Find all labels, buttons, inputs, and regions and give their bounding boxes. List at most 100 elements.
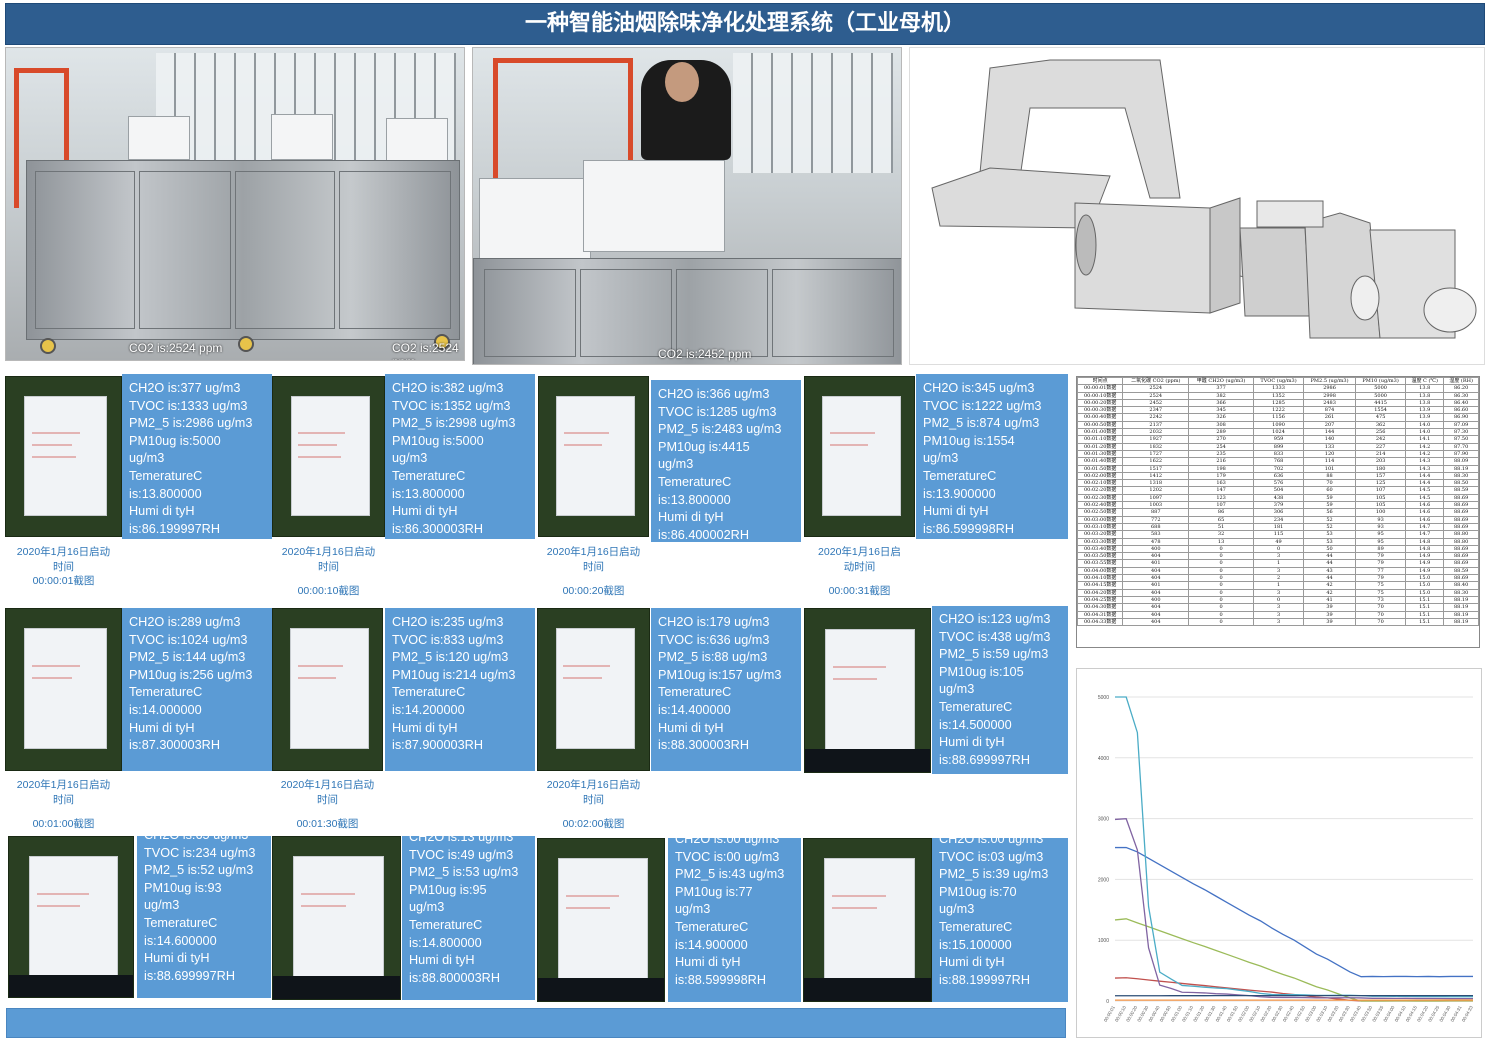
reading-line: CH2O is:235 ug/m3 [392,614,529,632]
reading-line: TVOC is:03 ug/m3 [939,849,1062,867]
table-cell: 234 [1254,516,1304,523]
table-cell: 147 [1189,487,1254,494]
reading-line: TVOC is:1352 ug/m3 [392,398,529,416]
reading-line: CH2O is:366 ug/m3 [658,386,795,404]
table-row: 00:03:40数据40000508914.888.69 [1078,545,1479,552]
table-cell: 1097 [1123,494,1189,501]
control-unit [386,118,448,164]
table-cell: 0 [1189,560,1254,567]
table-cell: 88.59 [1444,567,1479,574]
table-cell: 88.69 [1444,560,1479,567]
table-cell: 00:04:00数据 [1078,567,1123,574]
reading-line: TVOC is:1024 ug/m3 [129,632,266,650]
reading-line: PM2_5 is:874 ug/m3 [923,415,1062,433]
table-cell: 00:03:40数据 [1078,545,1123,552]
reading-line: PM2_5 is:52 ug/m3 [144,862,265,880]
reading-line: CH2O is:123 ug/m3 [939,611,1062,629]
reading-line: Humi di tyH [392,503,529,521]
table-cell: 14.7 [1406,531,1444,538]
table-cell: 216 [1189,458,1254,465]
table-cell: 14.7 [1406,523,1444,530]
table-cell: 13.8 [1406,399,1444,406]
table-cell: 88.69 [1444,545,1479,552]
table-cell: 88.19 [1444,465,1479,472]
table-cell: 86.90 [1444,414,1479,421]
reading-line: ug/m3 [409,899,529,917]
table-cell: 44 [1304,560,1356,567]
trend-chart-svg: 01000200030004000500000:00:0100:00:1000:… [1077,669,1483,1039]
table-cell: 874 [1304,407,1356,414]
sensor-screen-photo [272,836,401,1000]
reading-line: PM10ug is:4415 [658,439,795,457]
table-cell: 41 [1304,596,1356,603]
table-header-row: 时间点二氧化碳 CO2 (ppm)甲醛 CH2O (ug/m3)TVOC (ug… [1078,378,1479,385]
table-header-cell: 温度 C (℃) [1406,378,1444,385]
page-title: 一种智能油烟除味净化处理系统（工业母机） [5,3,1485,45]
table-cell: 833 [1254,450,1304,457]
table-row: 00:03:00数据77265234529314.688.69 [1078,516,1479,523]
reading-line: is:86.400002RH [658,527,795,542]
reading-line: CH2O is:382 ug/m3 [392,380,529,398]
table-cell: 86.40 [1444,399,1479,406]
table-row: 00:00:30数据23473451222874155413.986.60 [1078,407,1479,414]
table-cell: 00:01:30数据 [1078,450,1123,457]
table-cell: 39 [1304,611,1356,618]
table-cell: 163 [1189,480,1254,487]
table-cell: 404 [1123,553,1189,560]
reading-line: ug/m3 [939,681,1062,699]
table-cell: 95 [1356,538,1406,545]
table-cell: 2986 [1304,385,1356,392]
table-cell: 88.69 [1444,509,1479,516]
table-cell: 478 [1123,538,1189,545]
table-cell: 123 [1189,494,1254,501]
table-cell: 15.0 [1406,575,1444,582]
reading-line: ug/m3 [658,456,795,474]
table-cell: 14.9 [1406,560,1444,567]
table-cell: 366 [1189,399,1254,406]
table-cell: 88.19 [1444,611,1479,618]
reading-line: is:88.300003RH [658,737,795,755]
table-cell: 53 [1304,531,1356,538]
table-cell: 00:00:50数据 [1078,421,1123,428]
table-cell: 15.1 [1406,604,1444,611]
table-cell: 261 [1304,414,1356,421]
table-cell: 105 [1356,494,1406,501]
table-cell: 4415 [1356,399,1406,406]
reading-line: is:88.199997RH [939,972,1062,990]
reading-line: Humi di tyH [144,950,265,968]
table-cell: 70 [1356,611,1406,618]
table-cell: 44 [1304,575,1356,582]
reading-line: PM10ug is:157 ug/m3 [658,667,795,685]
reading-line: is:87.300003RH [129,737,266,755]
table-cell: 13.8 [1406,392,1444,399]
table-cell: 2524 [1123,385,1189,392]
table-cell: 2 [1254,575,1304,582]
table-cell: 636 [1254,472,1304,479]
reading-line: is:86.599998RH [923,521,1062,539]
reading-line: CH2O is:289 ug/m3 [129,614,266,632]
table-cell: 289 [1189,429,1254,436]
table-cell: 00:03:20数据 [1078,531,1123,538]
reading-panel-2: CH2O is:382 ug/m3TVOC is:1352 ug/m3PM2_5… [385,374,535,539]
table-cell: 326 [1189,414,1254,421]
table-cell: 254 [1189,443,1254,450]
table-cell: 576 [1254,480,1304,487]
table-cell: 88.19 [1444,604,1479,611]
caster-wheel [238,336,254,352]
reading-line: ug/m3 [923,450,1062,468]
reading-line: TVOC is:1222 ug/m3 [923,398,1062,416]
table-cell: 2524 [1123,392,1189,399]
table-cell: 14.4 [1406,472,1444,479]
reading-line: PM2_5 is:2986 ug/m3 [129,415,266,433]
reading-line: PM2_5 is:88 ug/m3 [658,649,795,667]
table-cell: 00:02:10数据 [1078,480,1123,487]
table-cell: 181 [1254,523,1304,530]
table-cell: 00:03:55数据 [1078,560,1123,567]
control-unit [128,116,190,160]
table-cell: 88.09 [1444,458,1479,465]
table-cell: 140 [1304,436,1356,443]
table-cell: 2137 [1123,421,1189,428]
table-cell: 404 [1123,567,1189,574]
reading-line: PM10ug is:70 [939,884,1062,902]
table-cell: 1412 [1123,472,1189,479]
